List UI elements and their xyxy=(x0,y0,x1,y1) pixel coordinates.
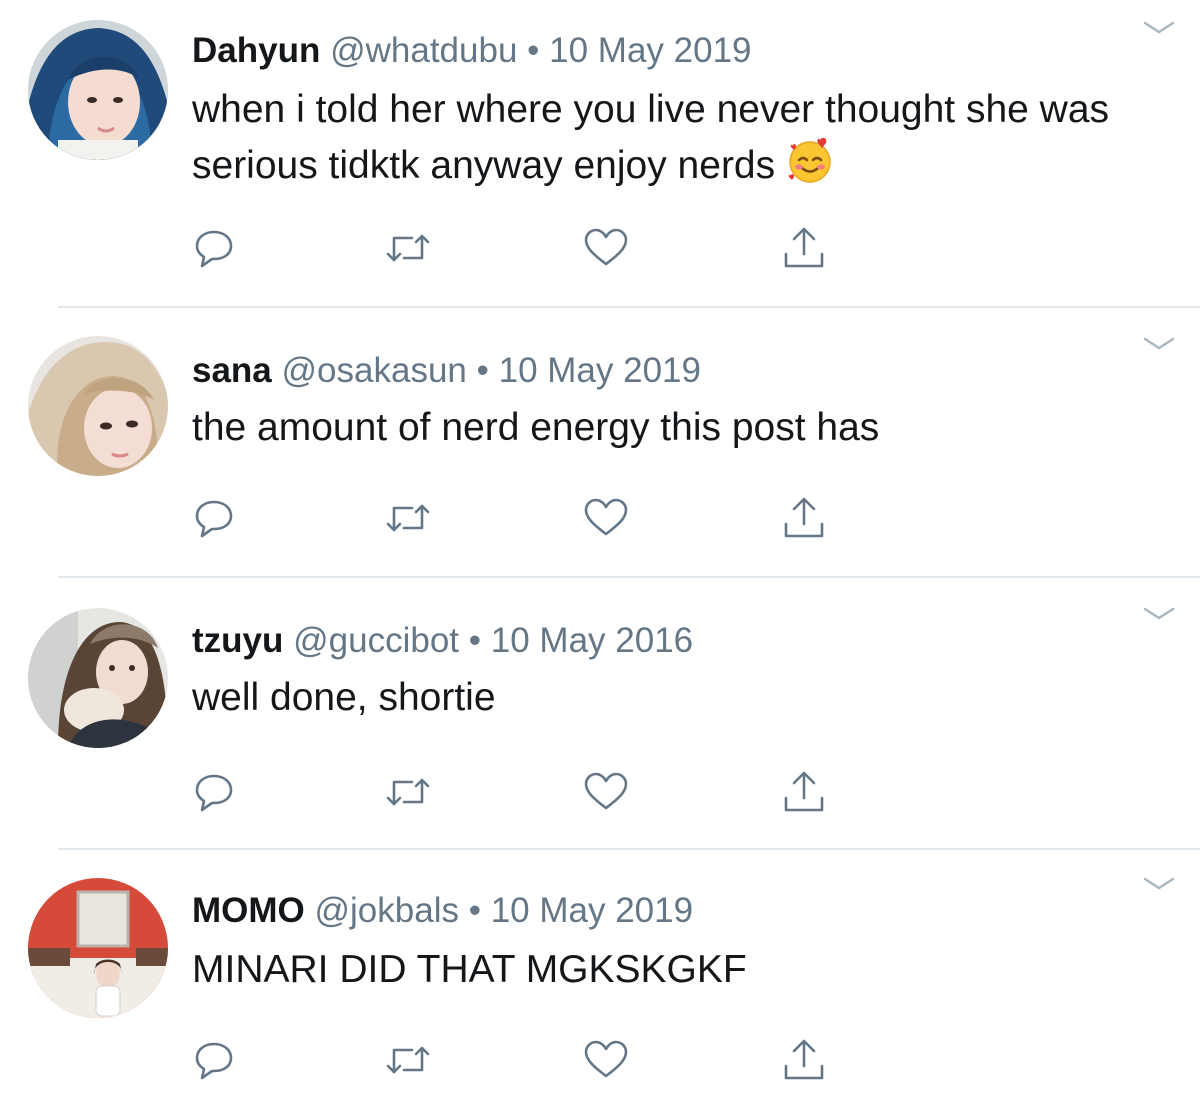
user-handle[interactable]: @osakasun xyxy=(282,351,467,390)
like-button[interactable] xyxy=(580,492,632,544)
share-button[interactable] xyxy=(778,766,830,818)
tweet-text-container: when i told her where you live never tho… xyxy=(192,84,1172,198)
reply-button[interactable] xyxy=(188,1034,240,1086)
chevron-down-icon[interactable] xyxy=(1142,18,1176,38)
avatar[interactable] xyxy=(28,336,168,476)
retweet-arrows-icon xyxy=(386,504,430,532)
tweet-actions xyxy=(0,1034,1200,1086)
like-button[interactable] xyxy=(580,1034,632,1086)
retweet-arrows-icon xyxy=(386,1046,430,1074)
like-button[interactable] xyxy=(580,766,632,818)
chevron-down-icon[interactable] xyxy=(1142,334,1176,354)
display-name[interactable]: tzuyu xyxy=(192,621,283,660)
tweet-date[interactable]: 10 May 2019 xyxy=(499,351,701,390)
tweet-text: the amount of nerd energy this post has xyxy=(192,406,880,449)
tweet-text: well done, shortie xyxy=(192,676,496,719)
share-button[interactable] xyxy=(778,222,830,274)
tweet-text-container: MINARI DID THAT MGKSKGKF xyxy=(192,944,1172,996)
share-upload-icon xyxy=(784,1039,824,1080)
reply-button[interactable] xyxy=(188,492,240,544)
retweet-button[interactable] xyxy=(382,766,434,818)
reply-button[interactable] xyxy=(188,222,240,274)
chevron-down-icon[interactable] xyxy=(1142,874,1176,894)
tweet-date[interactable]: 10 May 2019 xyxy=(491,891,693,930)
retweet-button[interactable] xyxy=(382,222,434,274)
tweet-date[interactable]: 10 May 2016 xyxy=(491,621,693,660)
separator-dot: • xyxy=(468,621,482,660)
tweet-text: MINARI DID THAT MGKSKGKF xyxy=(192,948,747,991)
avatar[interactable] xyxy=(28,20,168,160)
smiling-face-with-hearts-icon xyxy=(786,136,834,198)
tweet[interactable]: tzuyu @guccibot • 10 May 2016 well done,… xyxy=(0,578,1200,850)
speech-bubble-icon xyxy=(195,1042,233,1080)
display-name[interactable]: MOMO xyxy=(192,891,305,930)
like-button[interactable] xyxy=(580,222,632,274)
tweet[interactable]: sana @osakasun • 10 May 2019 the amount … xyxy=(0,308,1200,578)
tweet[interactable]: Dahyun @whatdubu • 10 May 2019 when i to… xyxy=(0,0,1200,308)
reply-button[interactable] xyxy=(188,766,240,818)
speech-bubble-icon xyxy=(195,500,233,538)
heart-icon xyxy=(584,228,628,266)
heart-icon xyxy=(584,498,628,536)
avatar[interactable] xyxy=(28,878,168,1018)
tweet-date[interactable]: 10 May 2019 xyxy=(549,31,751,70)
user-handle[interactable]: @whatdubu xyxy=(330,31,517,70)
heart-icon xyxy=(584,772,628,810)
share-button[interactable] xyxy=(778,1034,830,1086)
tweet-actions xyxy=(0,766,1200,818)
share-upload-icon xyxy=(784,227,824,268)
retweet-arrows-icon xyxy=(386,778,430,806)
retweet-button[interactable] xyxy=(382,492,434,544)
user-handle[interactable]: @guccibot xyxy=(293,621,459,660)
tweet-text: when i told her where you live never tho… xyxy=(192,88,1110,187)
separator-dot: • xyxy=(476,351,489,390)
retweet-button[interactable] xyxy=(382,1034,434,1086)
share-upload-icon xyxy=(784,497,824,538)
share-button[interactable] xyxy=(778,492,830,544)
tweet-actions xyxy=(0,222,1200,274)
tweet-header: sana @osakasun • 10 May 2019 xyxy=(192,350,701,392)
speech-bubble-icon xyxy=(195,230,233,268)
tweet-text-container: the amount of nerd energy this post has xyxy=(192,402,1172,454)
tweet-header: Dahyun @whatdubu • 10 May 2019 xyxy=(192,30,752,72)
tweet-header: tzuyu @guccibot • 10 May 2016 xyxy=(192,620,693,662)
heart-icon xyxy=(584,1040,628,1078)
chevron-down-icon[interactable] xyxy=(1142,604,1176,624)
user-handle[interactable]: @jokbals xyxy=(315,891,459,930)
tweet-text-container: well done, shortie xyxy=(192,672,1172,724)
separator-dot: • xyxy=(468,891,481,930)
separator-dot: • xyxy=(527,31,540,70)
display-name[interactable]: Dahyun xyxy=(192,31,320,70)
display-name[interactable]: sana xyxy=(192,351,272,390)
avatar[interactable] xyxy=(28,608,168,748)
retweet-arrows-icon xyxy=(386,234,430,262)
tweet-header: MOMO @jokbals • 10 May 2019 xyxy=(192,890,693,932)
speech-bubble-icon xyxy=(195,774,233,812)
share-upload-icon xyxy=(784,771,824,812)
tweet-actions xyxy=(0,492,1200,544)
tweet[interactable]: MOMO @jokbals • 10 May 2019 MINARI DID T… xyxy=(0,850,1200,1108)
